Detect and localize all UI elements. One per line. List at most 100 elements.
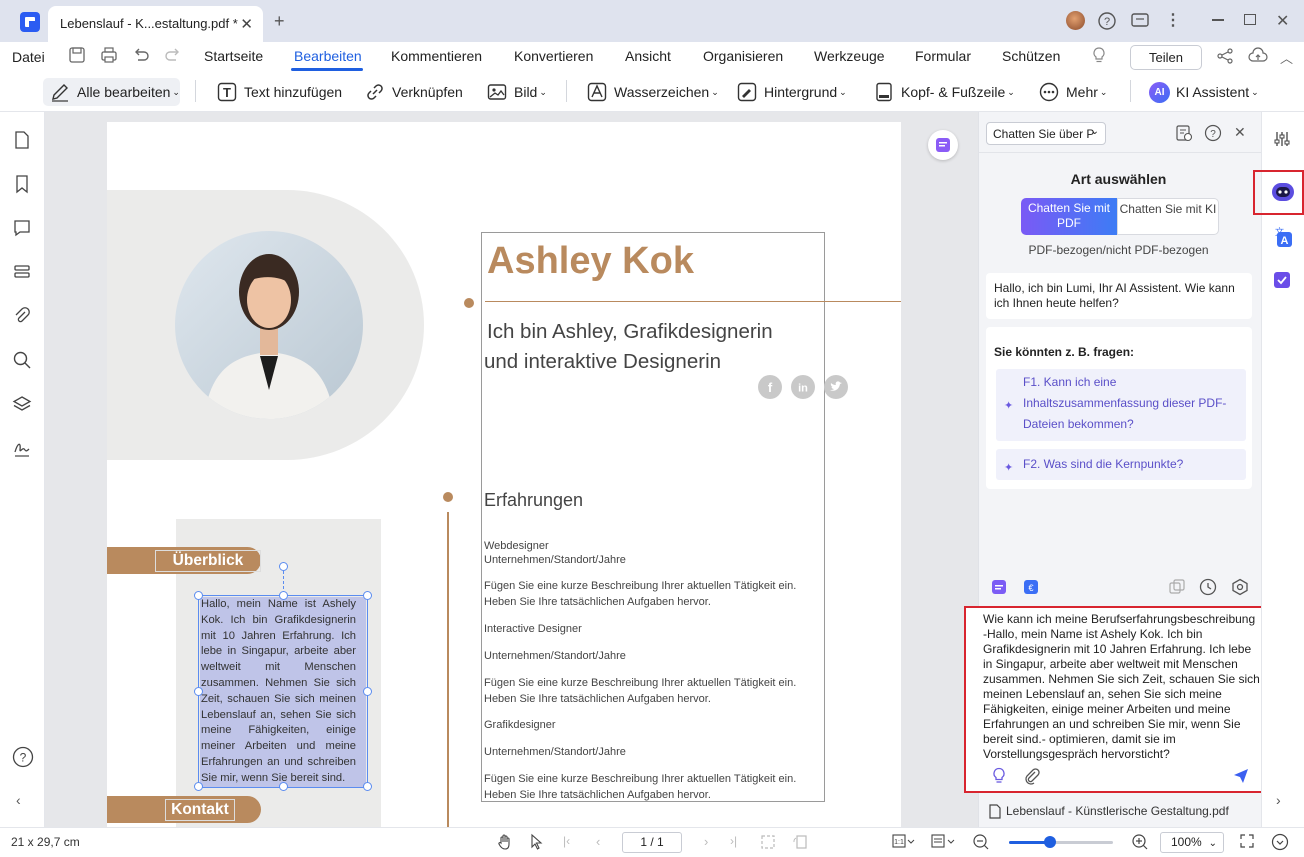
- chat-input-text[interactable]: Wie kann ich meine Berufserfahrungsbesch…: [983, 612, 1262, 762]
- fullscreen-icon[interactable]: [1239, 833, 1255, 849]
- resize-handle[interactable]: [363, 782, 372, 791]
- close-window-icon[interactable]: ✕: [1276, 11, 1289, 31]
- resize-handle[interactable]: [363, 687, 372, 696]
- cloud-upload-icon[interactable]: [1248, 47, 1268, 65]
- share-button[interactable]: Teilen: [1130, 45, 1202, 70]
- share-network-icon[interactable]: [1216, 47, 1234, 65]
- menu-bearbeiten[interactable]: Bearbeiten: [294, 48, 362, 64]
- pdf-chat-mode-icon[interactable]: [990, 578, 1008, 596]
- zoom-out-icon[interactable]: [972, 833, 990, 851]
- print-icon[interactable]: [100, 46, 118, 64]
- signature-icon[interactable]: [12, 438, 32, 458]
- more-options-icon[interactable]: ⋮: [1165, 10, 1181, 30]
- header-footer-button[interactable]: Kopf- & Fußzeile ⌄: [873, 78, 1015, 106]
- document-tab[interactable]: Lebenslauf - K...estaltung.pdf * ✕: [48, 6, 263, 42]
- help-icon[interactable]: ?: [1097, 11, 1117, 31]
- task-check-icon[interactable]: [1272, 270, 1292, 290]
- add-text-button[interactable]: T Text hinzufügen: [216, 78, 342, 106]
- redo-icon[interactable]: [164, 46, 182, 64]
- zoom-slider-handle[interactable]: [1043, 836, 1056, 848]
- name-text-box[interactable]: [481, 232, 825, 802]
- zoom-in-icon[interactable]: [1131, 833, 1149, 851]
- link-button[interactable]: Verknüpfen: [364, 78, 463, 106]
- menu-konvertieren[interactable]: Konvertieren: [514, 48, 593, 64]
- resize-handle[interactable]: [194, 782, 203, 791]
- menu-organisieren[interactable]: Organisieren: [703, 48, 783, 64]
- comment-icon[interactable]: [12, 218, 32, 238]
- resize-handle[interactable]: [279, 782, 288, 791]
- page-number-input[interactable]: 1 / 1: [622, 832, 682, 853]
- menu-kommentieren[interactable]: Kommentieren: [391, 48, 482, 64]
- close-tab-icon[interactable]: ✕: [240, 15, 253, 33]
- prompt-bulb-icon[interactable]: [991, 767, 1007, 785]
- resize-handle[interactable]: [194, 687, 203, 696]
- select-tool-icon[interactable]: [528, 833, 546, 851]
- undo-icon[interactable]: [132, 46, 150, 64]
- suggestion-q1[interactable]: ✦ F1. Kann ich eine Inhaltszusammenfassun…: [996, 369, 1246, 441]
- menu-startseite[interactable]: Startseite: [204, 48, 263, 64]
- user-avatar[interactable]: [1066, 11, 1085, 30]
- properties-sliders-icon[interactable]: [1273, 130, 1291, 148]
- close-panel-icon[interactable]: ✕: [1234, 124, 1246, 141]
- fields-icon[interactable]: [12, 262, 32, 282]
- menu-formular[interactable]: Formular: [915, 48, 971, 64]
- prev-page-icon[interactable]: ‹: [596, 834, 600, 849]
- watermark-button[interactable]: Wasserzeichen ⌄: [586, 78, 719, 106]
- pdf-page[interactable]: Ashley Kok Ich bin Ashley, Grafikdesigne…: [107, 122, 901, 827]
- suggestion-q2[interactable]: ✦ F2. Was sind die Kernpunkte?: [996, 449, 1246, 480]
- bookmark-icon[interactable]: [12, 174, 32, 194]
- chat-with-ai-tab[interactable]: Chatten Sie mit KI: [1117, 198, 1219, 235]
- minimize-icon[interactable]: [1212, 19, 1224, 21]
- hand-tool-icon[interactable]: [496, 833, 514, 851]
- rotate-page-icon[interactable]: [792, 834, 808, 850]
- zoom-level-select[interactable]: 100% ⌄: [1160, 832, 1224, 853]
- resize-handle[interactable]: [194, 591, 203, 600]
- feedback-icon[interactable]: [1130, 11, 1150, 31]
- floating-ai-button[interactable]: [928, 130, 958, 160]
- collapse-sidebar-icon[interactable]: ‹: [16, 792, 36, 812]
- view-mode-icon[interactable]: [930, 833, 956, 849]
- edit-all-button[interactable]: Alle bearbeiten ⌄: [43, 78, 180, 106]
- lightbulb-icon[interactable]: [1090, 46, 1108, 64]
- overview-heading[interactable]: Überblick: [155, 550, 261, 572]
- page-layout-icon[interactable]: 1:1: [892, 833, 916, 849]
- save-icon[interactable]: [68, 46, 86, 64]
- menu-file[interactable]: Datei: [12, 49, 45, 65]
- fit-page-icon[interactable]: [760, 834, 776, 850]
- new-tab-icon[interactable]: +: [274, 11, 285, 32]
- menu-schuetzen[interactable]: Schützen: [1002, 48, 1060, 64]
- expand-rail-icon[interactable]: ›: [1276, 792, 1281, 808]
- contact-heading[interactable]: Kontakt: [165, 799, 235, 821]
- menu-werkzeuge[interactable]: Werkzeuge: [814, 48, 885, 64]
- settings-hex-icon[interactable]: [1231, 578, 1249, 596]
- next-page-icon[interactable]: ›: [704, 834, 708, 849]
- more-button[interactable]: Mehr ⌄: [1038, 78, 1107, 106]
- last-page-icon[interactable]: ›|: [730, 834, 737, 848]
- chat-input-field[interactable]: Wie kann ich meine Berufserfahrungsbesch…: [964, 606, 1279, 793]
- chat-with-pdf-tab[interactable]: Chatten Sie mit PDF: [1021, 198, 1117, 235]
- first-page-icon[interactable]: |‹: [563, 834, 570, 848]
- panel-help-icon[interactable]: ?: [1204, 124, 1222, 142]
- resize-handle[interactable]: [363, 591, 372, 600]
- image-button[interactable]: Bild ⌄: [486, 78, 547, 106]
- layers-icon[interactable]: [12, 394, 32, 414]
- maximize-icon[interactable]: [1244, 14, 1256, 25]
- chat-history-icon[interactable]: [1175, 124, 1193, 142]
- attach-file-icon[interactable]: [1023, 767, 1041, 785]
- ai-assistant-button[interactable]: AI KI Assistent ⌄: [1149, 78, 1259, 106]
- collapse-ribbon-icon[interactable]: ︿: [1280, 48, 1293, 67]
- overview-text[interactable]: Hallo, mein Name ist Ashely Kok. Ich bin…: [201, 597, 356, 787]
- chat-mode-select[interactable]: Chatten Sie über P ⌄: [986, 122, 1106, 145]
- background-button[interactable]: Hintergrund ⌄: [736, 78, 847, 106]
- search-icon[interactable]: [12, 350, 32, 370]
- translate-mode-icon[interactable]: €: [1022, 578, 1040, 596]
- translate-icon[interactable]: A文: [1271, 226, 1293, 248]
- resize-handle[interactable]: [279, 591, 288, 600]
- menu-ansicht[interactable]: Ansicht: [625, 48, 671, 64]
- copy-chat-icon[interactable]: [1168, 578, 1186, 596]
- help-circle-icon[interactable]: ?: [12, 746, 34, 768]
- clock-history-icon[interactable]: [1199, 578, 1217, 596]
- send-icon[interactable]: [1232, 767, 1250, 785]
- expand-down-icon[interactable]: [1271, 833, 1289, 851]
- page-thumbnail-icon[interactable]: [12, 130, 32, 150]
